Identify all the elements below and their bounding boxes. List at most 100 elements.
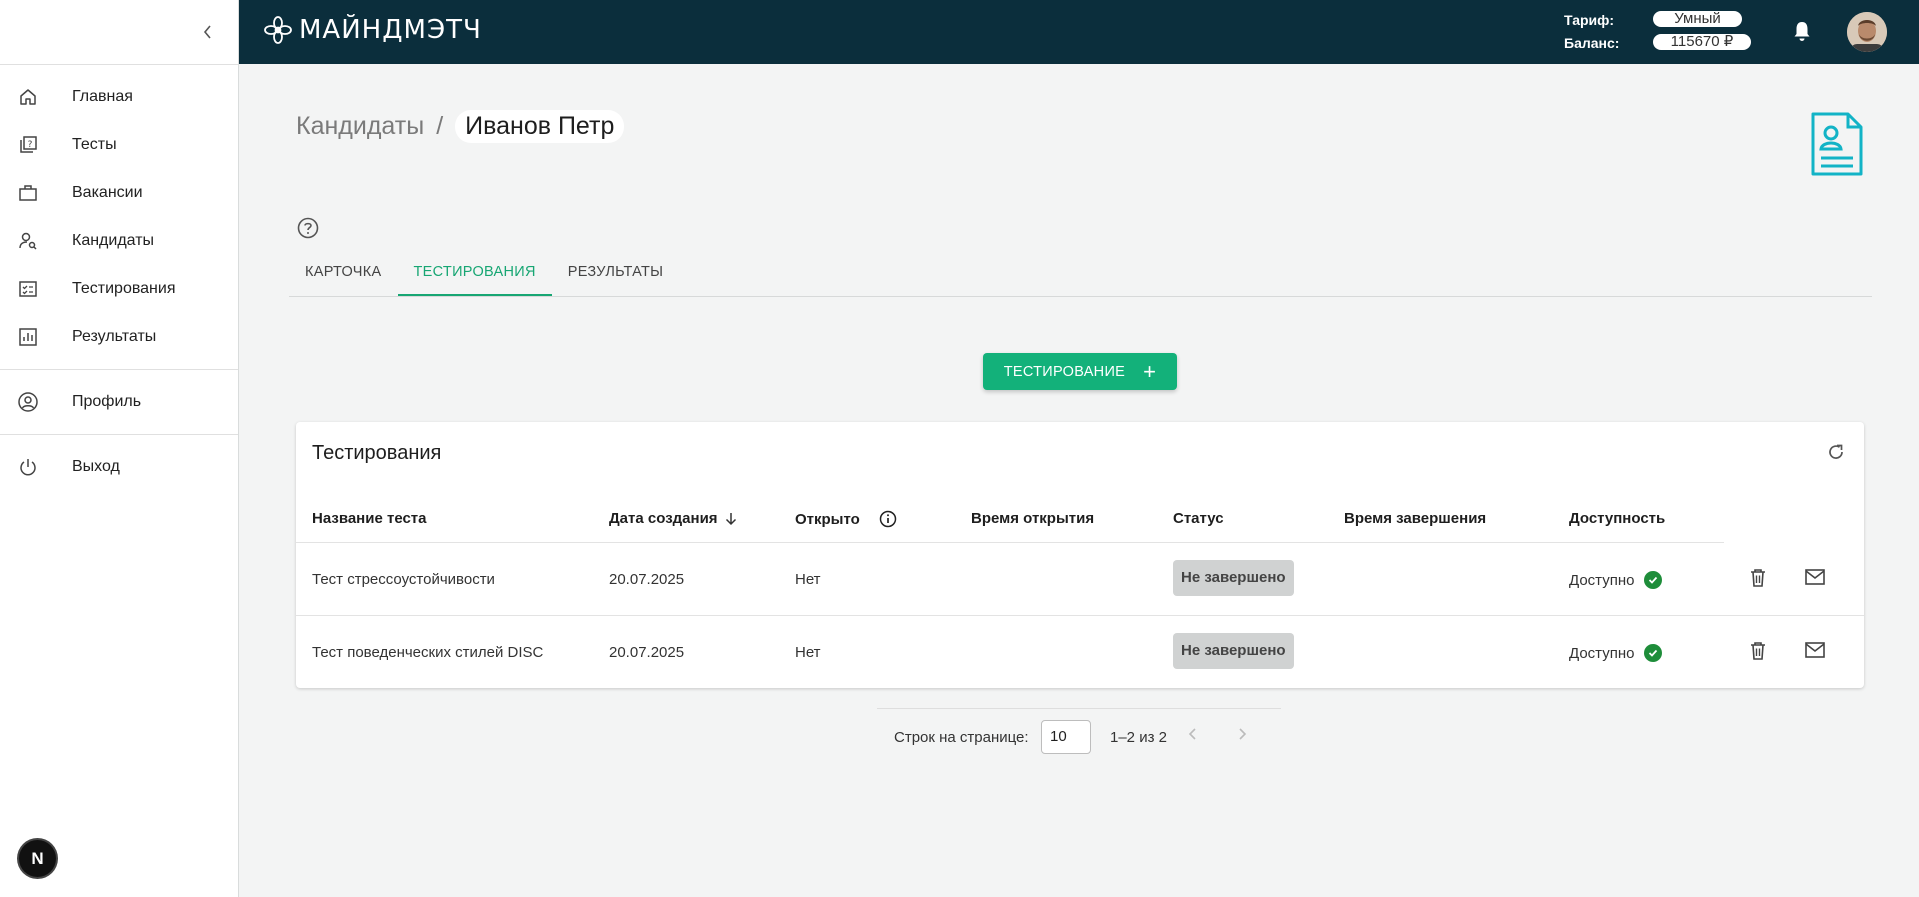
help-circle-icon: [297, 217, 319, 239]
balance-label: Баланс:: [1564, 35, 1620, 51]
main-nav: Главная ? Тесты Вакансии Кандидаты Тести…: [0, 65, 238, 369]
chevron-left-icon: [1188, 728, 1196, 740]
availability: Доступно: [1569, 571, 1663, 589]
tab-bar: КАРТОЧКА ТЕСТИРОВАНИЯ РЕЗУЛЬТАТЫ: [289, 254, 1872, 297]
chart-icon: [16, 325, 40, 349]
sidebar-header: [0, 0, 238, 65]
mail-icon: [1805, 642, 1825, 658]
availability: Доступно: [1569, 644, 1663, 662]
column-header-opened: Открыто: [795, 510, 897, 528]
tab-testings[interactable]: ТЕСТИРОВАНИЯ: [397, 254, 552, 296]
testings-table-card: Тестирования Название теста Дата создани…: [296, 422, 1864, 688]
sidebar-item-label: Результаты: [72, 328, 157, 345]
sidebar: Главная ? Тесты Вакансии Кандидаты Тести…: [0, 0, 239, 897]
tariff-label: Тариф:: [1564, 12, 1615, 28]
logout-nav: Выход: [0, 434, 238, 499]
candidate-document-icon: [1810, 111, 1864, 182]
rows-per-page-select[interactable]: 10: [1041, 720, 1091, 754]
opened-value: Нет: [795, 571, 821, 588]
chevron-left-icon: [203, 25, 211, 39]
account-circle-icon: [16, 390, 40, 414]
table-row: Тест поведенческих стилей DISC 20.07.202…: [296, 616, 1864, 688]
check-circle-icon: [1644, 644, 1663, 662]
top-header: МАЙНДМЭТЧ Тариф: Баланс: Умный 115670 ₽: [239, 0, 1919, 64]
badge-letter: N: [31, 848, 44, 868]
breadcrumb-candidates-link[interactable]: Кандидаты: [296, 112, 424, 141]
tab-card[interactable]: КАРТОЧКА: [289, 254, 398, 296]
previous-page-button[interactable]: [1187, 727, 1199, 746]
delete-button[interactable]: [1748, 640, 1768, 667]
add-testing-label: ТЕСТИРОВАНИЕ: [1003, 363, 1126, 380]
test-name: Тест стрессоустойчивости: [312, 571, 495, 588]
sidebar-item-vacancies[interactable]: Вакансии: [0, 169, 238, 217]
opened-value: Нет: [795, 644, 821, 661]
account-values: Умный 115670 ₽: [1653, 11, 1751, 57]
sidebar-item-profile[interactable]: Профиль: [0, 378, 238, 426]
quiz-icon: ?: [16, 133, 40, 157]
created-date: 20.07.2025: [609, 571, 685, 588]
mail-icon: [1805, 569, 1825, 585]
sidebar-item-label: Тесты: [72, 136, 117, 153]
sidebar-item-results[interactable]: Результаты: [0, 313, 238, 361]
sidebar-item-label: Вакансии: [72, 184, 143, 201]
column-header: Время завершения: [1344, 510, 1487, 527]
sidebar-item-logout[interactable]: Выход: [0, 443, 238, 491]
sort-arrow-down-icon: [725, 512, 736, 525]
delete-button[interactable]: [1748, 567, 1768, 594]
tab-results[interactable]: РЕЗУЛЬТАТЫ: [552, 254, 680, 296]
chevron-right-icon: [1239, 728, 1247, 740]
tariff-value: Умный: [1653, 11, 1742, 27]
column-header: Статус: [1173, 510, 1224, 527]
breadcrumb-separator: /: [436, 112, 444, 140]
column-header-date[interactable]: Дата создания: [609, 510, 738, 527]
column-header: Доступность: [1569, 510, 1666, 527]
refresh-button[interactable]: [1826, 442, 1846, 467]
created-date: 20.07.2025: [609, 644, 685, 661]
column-header: Время открытия: [971, 510, 1095, 527]
notifications-button[interactable]: [1792, 20, 1812, 47]
breadcrumb-current: Иванов Петр: [455, 110, 625, 143]
brand-logo[interactable]: МАЙНДМЭТЧ: [263, 15, 482, 45]
pagination: Строк на странице: 10 1–2 из 2: [877, 708, 1281, 759]
table-header: Название теста Дата создания Открыто Вре…: [296, 494, 1724, 543]
briefcase-icon: [16, 181, 40, 205]
sidebar-item-label: Главная: [72, 88, 133, 105]
trash-icon: [1751, 642, 1765, 660]
help-button[interactable]: [296, 216, 320, 245]
table-title: Тестирования: [312, 442, 442, 464]
rows-per-page-label: Строк на странице:: [894, 729, 1029, 746]
nextjs-badge[interactable]: N: [19, 840, 56, 877]
person-search-icon: [16, 229, 40, 253]
sidebar-item-label: Профиль: [72, 393, 142, 410]
brand-name: МАЙНДМЭТЧ: [299, 15, 482, 45]
sidebar-item-home[interactable]: Главная: [0, 73, 238, 121]
status-badge: Не завершено: [1173, 560, 1294, 596]
checklist-icon: [16, 277, 40, 301]
next-page-button[interactable]: [1236, 727, 1248, 746]
column-header: Название теста: [312, 510, 427, 527]
sidebar-item-testings[interactable]: Тестирования: [0, 265, 238, 313]
balance-value: 115670 ₽: [1653, 34, 1751, 50]
breadcrumb: Кандидаты / Иванов Петр: [296, 110, 625, 143]
send-email-button[interactable]: [1804, 640, 1826, 665]
trash-icon: [1751, 569, 1765, 587]
power-icon: [16, 455, 40, 479]
home-icon: [16, 85, 40, 109]
test-name: Тест поведенческих стилей DISC: [312, 644, 544, 661]
check-circle-icon: [1644, 571, 1663, 589]
account-labels: Тариф: Баланс:: [1564, 9, 1619, 55]
avatar-photo-icon: [1847, 12, 1887, 52]
sidebar-item-tests[interactable]: ? Тесты: [0, 121, 238, 169]
user-avatar[interactable]: [1847, 12, 1887, 52]
sidebar-item-label: Кандидаты: [72, 232, 155, 249]
add-testing-button[interactable]: ТЕСТИРОВАНИЕ +: [983, 353, 1177, 390]
svg-text:?: ?: [28, 140, 33, 150]
info-icon[interactable]: [879, 510, 897, 528]
refresh-icon: [1829, 444, 1843, 459]
send-email-button[interactable]: [1804, 567, 1826, 592]
collapse-sidebar-button[interactable]: [196, 20, 220, 44]
sidebar-item-label: Выход: [72, 458, 120, 475]
bell-icon: [1794, 22, 1810, 41]
sidebar-item-candidates[interactable]: Кандидаты: [0, 217, 238, 265]
table-row: Тест стрессоустойчивости 20.07.2025 Нет …: [296, 543, 1864, 616]
